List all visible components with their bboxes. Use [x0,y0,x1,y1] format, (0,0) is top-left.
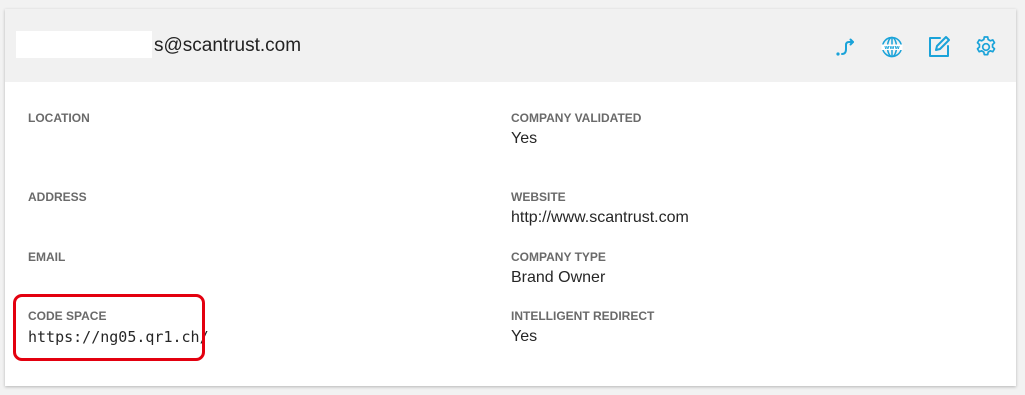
gear-icon[interactable] [974,35,998,59]
website-field: WEBSITE http://www.scantrust.com [511,190,689,227]
company-type-label: COMPANY TYPE [511,250,606,264]
redacted-email-prefix [16,31,152,58]
address-label: ADDRESS [28,190,87,204]
redirect-icon[interactable] [833,35,857,59]
company-type-value: Brand Owner [511,269,606,286]
location-label: LOCATION [28,111,90,125]
intelligent-redirect-label: INTELLIGENT REDIRECT [511,309,655,323]
www-globe-icon[interactable]: www [880,35,904,59]
company-validated-label: COMPANY VALIDATED [511,111,642,125]
account-email: s@scantrust.com [154,35,302,56]
intelligent-redirect-value: Yes [511,328,538,345]
intelligent-redirect-field: INTELLIGENT REDIRECT Yes [511,309,654,346]
edit-icon[interactable] [927,35,951,59]
email-label: EMAIL [28,250,66,264]
header-actions: www [833,35,998,59]
company-type-field: COMPANY TYPE Brand Owner [511,250,606,287]
email-field: EMAIL [28,250,65,268]
address-field: ADDRESS [28,190,87,208]
company-validated-field: COMPANY VALIDATED Yes [511,111,641,148]
company-validated-value: Yes [511,130,538,147]
card-header: s@scantrust.com www [5,9,1016,82]
website-label: WEBSITE [511,190,566,204]
location-field: LOCATION [28,111,90,129]
website-value[interactable]: http://www.scantrust.com [511,208,689,227]
code-space-highlight-annotation [13,294,205,361]
svg-text:www: www [884,45,900,51]
